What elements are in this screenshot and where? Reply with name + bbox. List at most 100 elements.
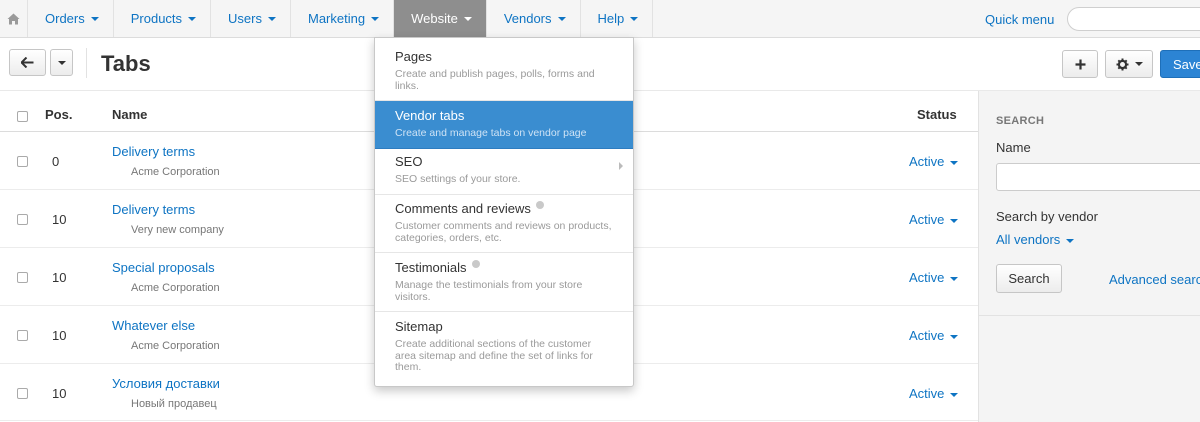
- nav-marketing-label: Marketing: [308, 11, 366, 26]
- name-label: Name: [996, 140, 1031, 155]
- caret-down-icon: [268, 16, 276, 21]
- row-status-dropdown[interactable]: Active: [909, 212, 959, 227]
- row-name-link[interactable]: Delivery terms: [112, 144, 195, 159]
- menu-item-title-wrap: Comments and reviews: [395, 201, 544, 216]
- menu-item-sitemap[interactable]: Sitemap Create additional sections of th…: [375, 312, 633, 387]
- caret-down-icon: [950, 334, 959, 339]
- row-checkbox[interactable]: [17, 156, 28, 167]
- row-checkbox[interactable]: [17, 388, 28, 399]
- row-vendor: Acme Corporation: [131, 340, 220, 352]
- row-status-dropdown[interactable]: Active: [909, 154, 959, 169]
- column-header-status[interactable]: Status: [917, 107, 957, 122]
- row-checkbox[interactable]: [17, 330, 28, 341]
- vendor-select-dropdown[interactable]: All vendors: [996, 232, 1075, 247]
- nav-help[interactable]: Help: [581, 0, 654, 37]
- row-status-label: Active: [909, 154, 945, 169]
- menu-item-description: Create and publish pages, polls, forms a…: [395, 68, 595, 92]
- page-title: Tabs: [101, 51, 151, 76]
- menu-item-pages[interactable]: Pages Create and publish pages, polls, f…: [375, 38, 633, 101]
- select-all-checkbox[interactable]: [17, 111, 28, 122]
- menu-item-title: SEO: [395, 154, 423, 169]
- row-checkbox[interactable]: [17, 214, 28, 225]
- caret-down-icon: [1066, 238, 1075, 243]
- advanced-search-link[interactable]: Advanced search: [1109, 272, 1200, 287]
- menu-item-description: Create and manage tabs on vendor page: [395, 127, 587, 139]
- gear-icon: [1116, 58, 1128, 70]
- row-vendor: Новый продавец: [131, 398, 217, 410]
- search-sidebar: SEARCH Name Search by vendor All vendors…: [978, 91, 1200, 422]
- vendor-label: Search by vendor: [996, 209, 1098, 224]
- menu-item-seo[interactable]: SEO SEO settings of your store.: [375, 149, 633, 195]
- row-name-link[interactable]: Условия доставки: [112, 376, 220, 391]
- row-vendor: Acme Corporation: [131, 282, 220, 294]
- menu-item-vendor-tabs[interactable]: Vendor tabs Create and manage tabs on ve…: [375, 101, 633, 149]
- info-icon: [535, 201, 544, 209]
- row-position: 10: [52, 270, 67, 285]
- caret-down-icon: [557, 16, 566, 21]
- nav-users[interactable]: Users: [211, 0, 291, 37]
- nav-products-label: Products: [130, 11, 183, 26]
- row-position: 10: [52, 386, 67, 401]
- sidebar-divider: [979, 315, 1200, 316]
- search-button[interactable]: Search: [996, 264, 1062, 293]
- menu-item-title-wrap: Testimonials: [395, 260, 480, 275]
- back-history-dropdown[interactable]: [50, 49, 73, 76]
- caret-down-icon: [371, 16, 380, 21]
- caret-down-icon: [950, 276, 959, 281]
- nav-orders-label: Orders: [45, 11, 85, 26]
- nav-vendors-label: Vendors: [503, 11, 552, 26]
- row-status-label: Active: [909, 386, 945, 401]
- row-position: 0: [52, 154, 60, 169]
- row-vendor: Acme Corporation: [131, 166, 220, 178]
- nav-website-label: Website: [411, 11, 458, 26]
- row-status-label: Active: [909, 212, 945, 227]
- nav-products[interactable]: Products: [114, 0, 212, 37]
- quick-menu-link[interactable]: Quick menu: [985, 12, 1054, 27]
- menu-item-title: Vendor tabs: [395, 108, 465, 123]
- nav-website[interactable]: Website: [394, 0, 487, 37]
- nav-users-label: Users: [228, 11, 262, 26]
- menu-item-description: Create additional sections of the custom…: [395, 338, 593, 373]
- menu-item-comments-reviews[interactable]: Comments and reviews Customer comments a…: [375, 195, 633, 253]
- row-status-dropdown[interactable]: Active: [909, 270, 959, 285]
- menu-item-title: Pages: [395, 49, 432, 64]
- menu-item-description: SEO settings of your store.: [395, 173, 521, 185]
- menu-item-title: Testimonials: [395, 260, 467, 275]
- column-header-name[interactable]: Name: [112, 107, 147, 122]
- nav-vendors[interactable]: Vendors: [487, 0, 581, 37]
- top-navigation: Orders Products Users Marketing Website …: [0, 0, 1200, 38]
- menu-item-testimonials[interactable]: Testimonials Manage the testimonials fro…: [375, 253, 633, 312]
- caret-down-icon: [1134, 62, 1143, 66]
- plus-icon: [1075, 59, 1085, 69]
- row-status-label: Active: [909, 328, 945, 343]
- quick-search-input[interactable]: [1067, 7, 1200, 31]
- caret-down-icon: [90, 16, 99, 21]
- nav-orders[interactable]: Orders: [28, 0, 114, 37]
- back-button[interactable]: [9, 49, 46, 76]
- info-icon: [471, 260, 480, 268]
- row-vendor: Very new company: [131, 224, 224, 236]
- arrow-left-icon: [21, 57, 34, 68]
- row-status-dropdown[interactable]: Active: [909, 386, 959, 401]
- toolbar-divider: [86, 48, 87, 78]
- menu-item-title: Sitemap: [395, 319, 443, 334]
- home-icon[interactable]: [0, 0, 28, 37]
- row-name-link[interactable]: Delivery terms: [112, 202, 195, 217]
- row-name-link[interactable]: Whatever else: [112, 318, 195, 333]
- row-divider: [0, 420, 978, 421]
- nav-marketing[interactable]: Marketing: [291, 0, 395, 37]
- menu-item-description: Customer comments and reviews on product…: [395, 220, 612, 244]
- column-header-pos[interactable]: Pos.: [45, 107, 72, 122]
- caret-down-icon: [188, 16, 197, 21]
- caret-down-icon: [950, 218, 959, 223]
- settings-dropdown-button[interactable]: [1105, 50, 1153, 78]
- sidebar-title: SEARCH: [996, 115, 1045, 127]
- save-button[interactable]: Save: [1160, 50, 1200, 78]
- caret-down-icon: [950, 392, 959, 397]
- row-checkbox[interactable]: [17, 272, 28, 283]
- row-name-link[interactable]: Special proposals: [112, 260, 215, 275]
- row-status-dropdown[interactable]: Active: [909, 328, 959, 343]
- add-button[interactable]: [1062, 50, 1098, 78]
- menu-item-title: Comments and reviews: [395, 201, 531, 216]
- name-search-input[interactable]: [996, 163, 1200, 191]
